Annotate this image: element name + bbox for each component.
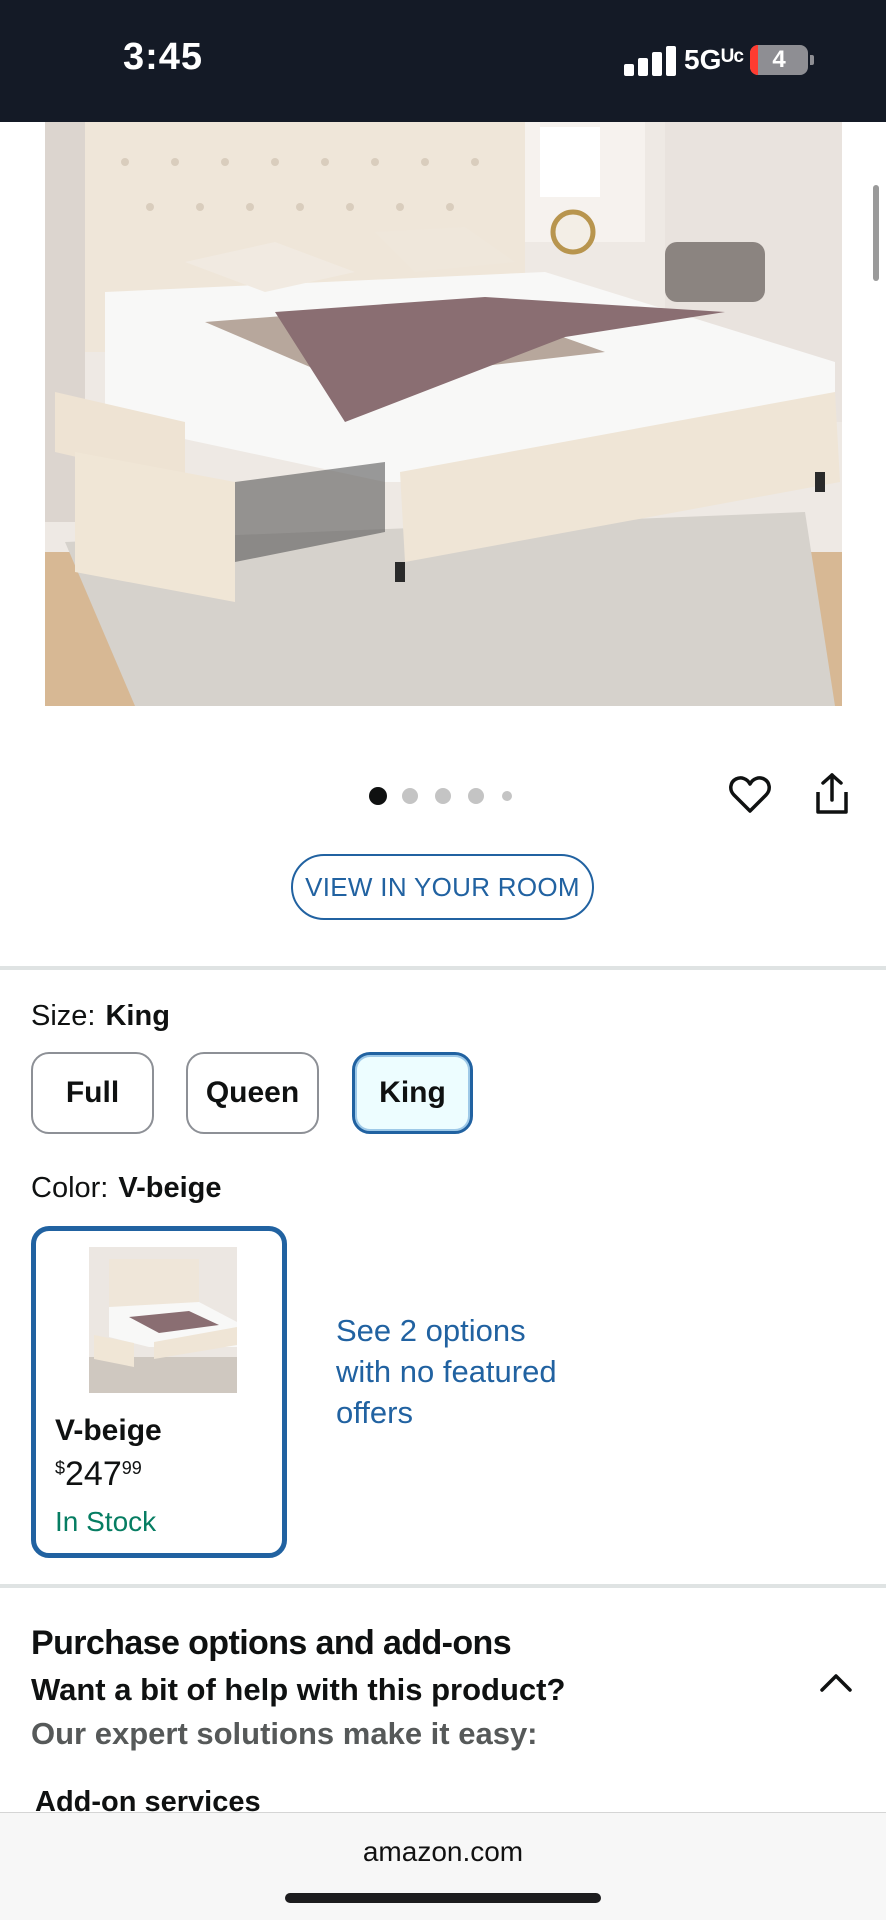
view-in-your-room-button[interactable]: VIEW IN YOUR ROOM <box>291 854 594 920</box>
purchase-options-subtitle: Want a bit of help with this product? <box>31 1672 566 1707</box>
carousel-dot[interactable] <box>435 788 451 804</box>
price-whole: 247 <box>65 1455 122 1493</box>
section-divider <box>0 966 886 970</box>
stock-status: In Stock <box>55 1506 157 1537</box>
price-fraction: 99 <box>121 1458 142 1478</box>
product-image[interactable] <box>45 122 842 706</box>
battery-level: 4 <box>772 46 786 73</box>
browser-url[interactable]: amazon.com <box>0 1836 886 1868</box>
size-label-row: Size: King <box>31 1000 170 1033</box>
share-icon[interactable] <box>812 772 852 816</box>
purchase-options-subtitle-secondary: Our expert solutions make it easy: <box>31 1716 538 1751</box>
size-option-full[interactable]: Full <box>31 1052 154 1134</box>
carousel-dot[interactable] <box>402 788 418 804</box>
scrollbar-thumb[interactable] <box>873 185 879 281</box>
color-selected-value: V-beige <box>118 1172 222 1204</box>
heart-icon[interactable] <box>728 772 772 816</box>
purchase-options-title: Purchase options and add-ons <box>31 1624 512 1662</box>
section-divider <box>0 1584 886 1588</box>
network-type: 5Gᵁᶜ <box>684 44 745 75</box>
color-option-name: V-beige <box>55 1414 162 1447</box>
status-time: 3:45 <box>123 36 204 78</box>
color-option-card[interactable]: V-beige $24799 In Stock <box>31 1226 287 1558</box>
image-carousel-dots[interactable] <box>366 786 526 806</box>
bed-illustration <box>45 122 842 706</box>
price-symbol: $ <box>55 1458 66 1478</box>
color-label: Color: <box>31 1172 109 1204</box>
color-label-row: Color: V-beige <box>31 1172 222 1205</box>
carousel-dot[interactable] <box>369 787 387 805</box>
carousel-dot[interactable] <box>502 791 512 801</box>
size-label: Size: <box>31 1000 96 1032</box>
size-selected-value: King <box>105 1000 170 1032</box>
chevron-up-icon[interactable] <box>818 1666 854 1696</box>
status-bar: 3:45 5Gᵁᶜ 4 <box>0 0 886 122</box>
home-indicator[interactable] <box>285 1893 601 1903</box>
battery-icon: 4 <box>750 45 808 75</box>
color-option-thumbnail <box>89 1247 237 1393</box>
size-option-king[interactable]: King <box>352 1052 473 1134</box>
battery-tip <box>810 55 814 65</box>
see-options-link[interactable]: See 2 options with no featured offers <box>336 1310 566 1433</box>
color-option-price: $24799 <box>55 1455 142 1494</box>
signal-strength-icon <box>624 44 680 76</box>
carousel-dot[interactable] <box>468 788 484 804</box>
size-option-queen[interactable]: Queen <box>186 1052 319 1134</box>
